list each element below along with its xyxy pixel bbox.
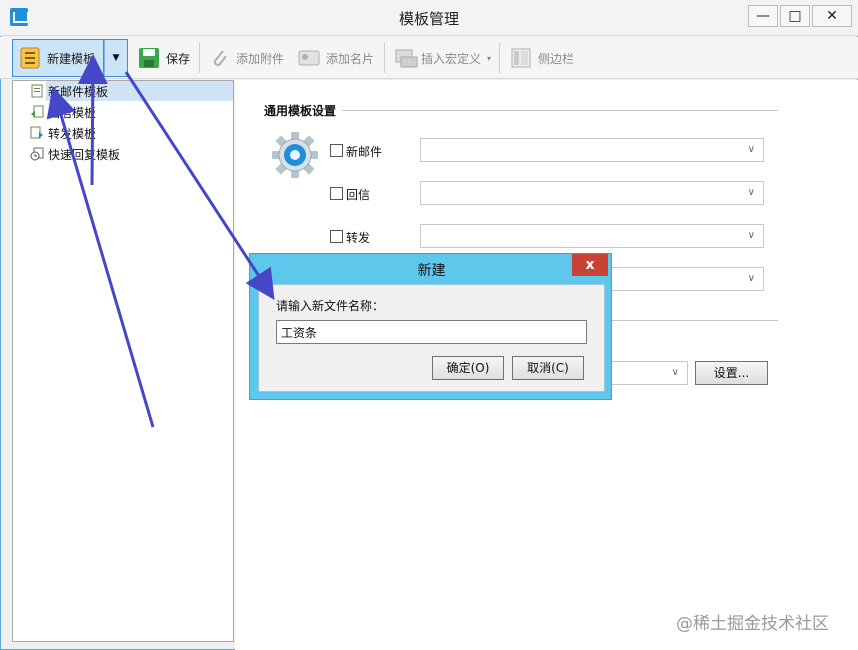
annotation-arrow (124, 71, 275, 301)
annotation-arrow (77, 54, 108, 186)
watermark: @稀土掘金技术社区 (676, 614, 829, 634)
annotation-arrow (46, 86, 155, 428)
annotation-arrows (46, 54, 275, 428)
